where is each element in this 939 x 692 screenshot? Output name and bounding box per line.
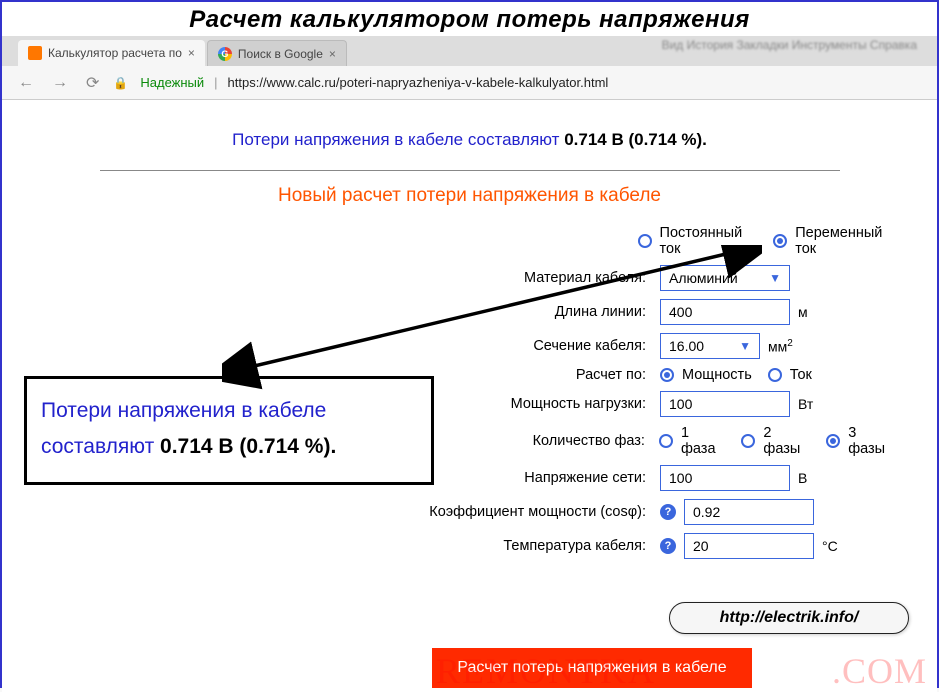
phase2-label: 2 фазы <box>763 425 812 457</box>
close-icon[interactable]: × <box>329 47 336 61</box>
row-pf: Коэффициент мощности (cosφ): ? 0.92 <box>402 499 897 525</box>
url-separator: | <box>214 75 217 90</box>
radio-3phase[interactable] <box>826 434 840 448</box>
help-icon[interactable]: ? <box>660 538 676 554</box>
close-icon[interactable]: × <box>188 46 195 60</box>
radio-2phase[interactable] <box>741 434 755 448</box>
overlay-title: Расчет калькулятором потерь напряжения <box>2 2 937 36</box>
section-value: 16.00 <box>669 338 704 354</box>
voltage-unit: В <box>798 470 807 486</box>
calc-form: Постоянный ток Переменный ток Материал к… <box>402 225 897 559</box>
material-label: Материал кабеля: <box>402 270 652 286</box>
material-select[interactable]: Алюминий ▼ <box>660 265 790 291</box>
radio-dc[interactable] <box>638 234 652 248</box>
temp-input[interactable]: 20 <box>684 533 814 559</box>
browser-menu-blurred: Вид История Закладки Инструменты Справка <box>662 38 917 52</box>
load-label: Мощность нагрузки: <box>402 396 652 412</box>
row-load: Мощность нагрузки: 100 Вт <box>402 391 897 417</box>
watermark-com: .COM <box>832 650 927 692</box>
ac-label: Переменный ток <box>795 225 897 257</box>
chevron-down-icon: ▼ <box>739 339 751 353</box>
row-phases: Количество фаз: 1 фаза 2 фазы 3 фазы <box>402 425 897 457</box>
callout-box: Потери напряжения в кабеле составляют 0.… <box>24 376 434 485</box>
callout-value: 0.714 В (0.714 %). <box>160 435 336 458</box>
material-value: Алюминий <box>669 270 738 286</box>
result-value: 0.714 В (0.714 %). <box>564 130 707 149</box>
chevron-down-icon: ▼ <box>769 271 781 285</box>
reload-button[interactable]: ⟳ <box>82 73 103 93</box>
length-input[interactable]: 400 <box>660 299 790 325</box>
row-temp: Температура кабеля: ? 20 °C <box>402 533 897 559</box>
result-prefix: Потери напряжения в кабеле составляют <box>232 130 564 149</box>
calcby-current: Ток <box>790 367 812 383</box>
tab-google[interactable]: G Поиск в Google × <box>207 40 347 66</box>
address-bar: ← → ⟳ 🔒 Надежный | https://www.calc.ru/p… <box>2 66 937 100</box>
submit-button[interactable]: Расчет потерь напряжения в кабеле <box>432 648 752 688</box>
voltage-input[interactable]: 100 <box>660 465 790 491</box>
watermark-pill: http://electrik.info/ <box>669 602 909 634</box>
section-select[interactable]: 16.00 ▼ <box>660 333 760 359</box>
tab-calculator[interactable]: Калькулятор расчета по × <box>18 40 205 66</box>
dc-label: Постоянный ток <box>660 225 758 257</box>
phase1-label: 1 фаза <box>681 425 727 457</box>
row-current-type: Постоянный ток Переменный ток <box>402 225 897 257</box>
row-section: Сечение кабеля: 16.00 ▼ мм2 <box>402 333 897 359</box>
back-button[interactable]: ← <box>14 74 38 92</box>
pf-input[interactable]: 0.92 <box>684 499 814 525</box>
voltage-label: Напряжение сети: <box>402 470 652 486</box>
length-unit: м <box>798 304 808 320</box>
radio-current[interactable] <box>768 368 782 382</box>
forward-button[interactable]: → <box>48 74 72 92</box>
tab-label: Поиск в Google <box>238 47 323 61</box>
load-unit: Вт <box>798 396 813 412</box>
separator <box>100 170 840 171</box>
radio-ac[interactable] <box>773 234 787 248</box>
section-heading: Новый расчет потери напряжения в кабеле <box>22 185 917 207</box>
page-content: Потери напряжения в кабеле составляют 0.… <box>2 100 937 692</box>
row-calc-by: Расчет по: Мощность Ток <box>402 367 897 383</box>
length-label: Длина линии: <box>402 304 652 320</box>
secure-label: Надежный <box>140 75 204 90</box>
calcby-power: Мощность <box>682 367 752 383</box>
phase3-label: 3 фазы <box>848 425 897 457</box>
row-material: Материал кабеля: Алюминий ▼ <box>402 265 897 291</box>
radio-1phase[interactable] <box>659 434 673 448</box>
page-url[interactable]: https://www.calc.ru/poteri-napryazheniya… <box>228 75 609 90</box>
temp-label: Температура кабеля: <box>402 538 652 554</box>
radio-power[interactable] <box>660 368 674 382</box>
phases-label: Количество фаз: <box>402 433 651 449</box>
result-summary: Потери напряжения в кабеле составляют 0.… <box>22 130 917 150</box>
help-icon[interactable]: ? <box>660 504 676 520</box>
pf-label: Коэффициент мощности (cosφ): <box>402 504 652 520</box>
tab-strip: Калькулятор расчета по × G Поиск в Googl… <box>2 36 937 66</box>
favicon-calc-icon <box>28 46 42 60</box>
lock-icon: 🔒 <box>113 76 128 90</box>
temp-unit: °C <box>822 538 838 554</box>
section-label: Сечение кабеля: <box>402 338 652 354</box>
load-input[interactable]: 100 <box>660 391 790 417</box>
favicon-google-icon: G <box>218 47 232 61</box>
section-unit: мм2 <box>768 338 793 355</box>
row-length: Длина линии: 400 м <box>402 299 897 325</box>
tab-label: Калькулятор расчета по <box>48 46 182 60</box>
calcby-label: Расчет по: <box>402 367 652 383</box>
row-voltage: Напряжение сети: 100 В <box>402 465 897 491</box>
